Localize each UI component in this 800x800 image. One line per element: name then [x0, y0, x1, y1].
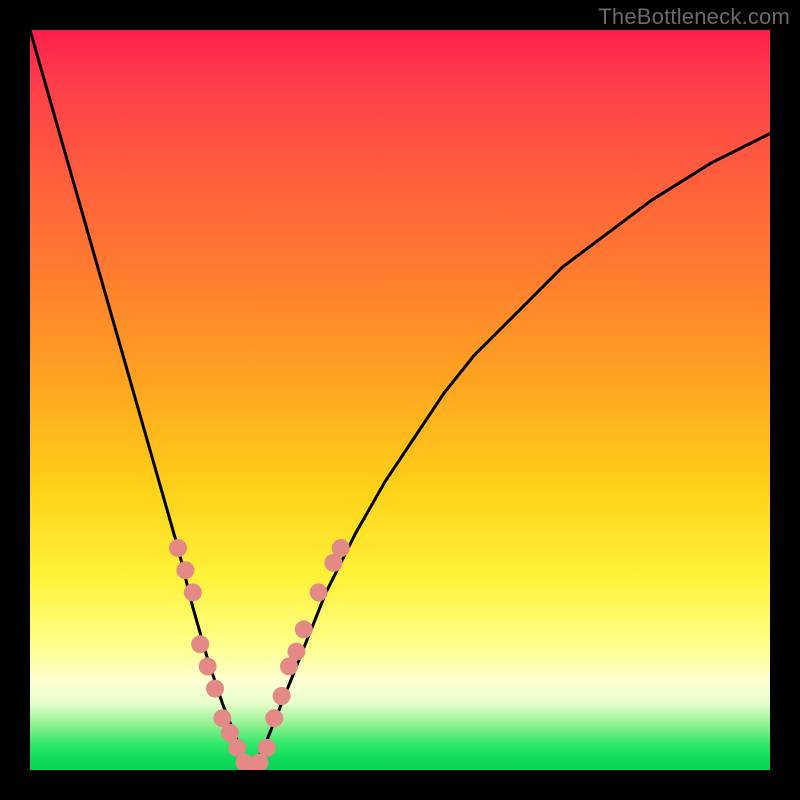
data-marker	[169, 539, 187, 557]
data-marker	[332, 539, 350, 557]
data-marker	[199, 657, 217, 675]
data-marker	[258, 739, 276, 757]
data-marker	[176, 561, 194, 579]
data-marker	[295, 620, 313, 638]
curve-line	[30, 30, 770, 770]
data-marker	[273, 687, 291, 705]
chart-svg	[30, 30, 770, 770]
data-marker	[265, 709, 283, 727]
data-marker	[191, 635, 209, 653]
plot-area	[30, 30, 770, 770]
data-markers	[169, 539, 350, 770]
watermark-label: TheBottleneck.com	[598, 4, 790, 30]
data-marker	[184, 583, 202, 601]
data-marker	[310, 583, 328, 601]
data-marker	[206, 680, 224, 698]
bottleneck-curve	[30, 30, 770, 770]
chart-frame: TheBottleneck.com	[0, 0, 800, 800]
data-marker	[287, 643, 305, 661]
